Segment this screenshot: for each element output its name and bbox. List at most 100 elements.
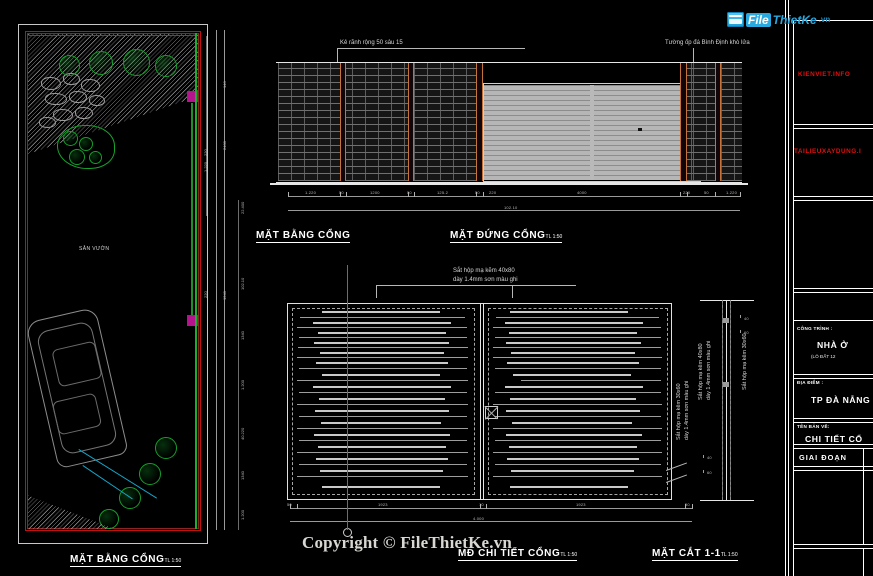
gate-slat [505, 386, 643, 388]
title-block-divider [793, 548, 873, 549]
note-steel-40x80-v1: Sắt hộp mạ kẽm 40x80 [698, 343, 704, 400]
gate-slat [298, 347, 468, 348]
dim-value: 40 [744, 316, 749, 321]
leader-line [512, 285, 513, 298]
brick-wall-segment [414, 63, 476, 181]
gate-slat [493, 347, 661, 348]
sheet-value: CHI TIẾT CỔ [805, 434, 863, 444]
dim-value: 1923 [576, 502, 586, 507]
gate-slat [521, 380, 661, 381]
fence-line [191, 103, 193, 315]
title-block-divider [863, 448, 864, 544]
dim-value: 1240 [222, 291, 227, 300]
green-edge-top [29, 35, 197, 36]
dim-line [238, 200, 239, 530]
title-block-divider [793, 292, 873, 293]
watermark-tailieu: TAILIEUXAYDUNG.I [794, 148, 862, 155]
gate-slat [322, 486, 440, 488]
gate-slat [493, 327, 661, 328]
title-block: KIENVIET.INFO TAILIEUXAYDUNG.I CÔNG TRÌN… [781, 0, 873, 576]
gate-detail-center-post [480, 303, 481, 500]
shrub-symbol [79, 137, 93, 151]
section-member [723, 382, 729, 387]
stone-shape [89, 95, 105, 106]
dim-tick [297, 504, 298, 509]
dim-line-total [288, 210, 740, 211]
dim-value: 50 [475, 190, 480, 195]
gate-slat [299, 440, 467, 441]
note-groove: Kẻ rãnh rộng 50 sâu 15 [340, 40, 403, 46]
gate-slat [510, 486, 628, 488]
shrub-symbol [69, 149, 85, 165]
section-cut-line [347, 265, 348, 530]
stone-shape [69, 91, 87, 103]
gate-slat [507, 458, 639, 460]
gate-slat [316, 458, 448, 460]
gate-slat [297, 452, 468, 453]
dim-tick [703, 455, 704, 458]
logo-thietke-text: ThietKe [772, 12, 817, 27]
note-steel-40x80-v2: dày 1.4mm sơn màu ghi [706, 340, 712, 400]
gate-slat [493, 404, 662, 405]
gate-slat [506, 434, 642, 436]
gate-pilaster-right [680, 63, 687, 181]
gate-slat [495, 464, 661, 465]
gate-slat [510, 398, 636, 400]
title-elevation-gate-scale: TL 1:50 [545, 234, 563, 240]
dim-value: 22.400 [240, 201, 245, 214]
gate-pilaster-left [476, 63, 483, 181]
gate-slat [297, 404, 468, 405]
gate-slat [318, 446, 446, 448]
gate-detail-center-post [483, 303, 484, 500]
title-block-divider [793, 422, 873, 423]
dim-value: 1200 [370, 190, 380, 195]
section-top-line [700, 300, 754, 301]
section-base-line [700, 500, 754, 501]
gate-slat [318, 332, 446, 334]
dim-value: 10 [479, 502, 484, 507]
dim-value: 1.220 [203, 161, 208, 172]
section-dashed-line [722, 300, 723, 500]
title-block-border [793, 20, 794, 576]
dim-value: 1.200 [240, 379, 245, 390]
dim-tick [346, 192, 347, 197]
leader-line [376, 285, 576, 286]
gate-slat [314, 342, 449, 344]
sheet-label: TÊN BẢN VẼ: [797, 424, 830, 429]
watermark-kienviet: KIENVIET.INFO [798, 71, 851, 78]
logo-vn-text: .vn [818, 15, 831, 24]
leader-line [337, 48, 338, 62]
brick-wall-segment [687, 63, 715, 181]
dim-value: 1.220 [726, 190, 738, 195]
gate-slat [299, 337, 467, 338]
gate-frame-outline [483, 83, 701, 182]
title-plan-gate-bottom-text: MẶT BẰNG CỔNG [70, 554, 165, 565]
gate-slat [495, 416, 661, 417]
dim-value: 125.2 [437, 190, 449, 195]
dim-line-outer [224, 30, 225, 530]
dim-value: 50 [704, 190, 709, 195]
dim-line-chain [290, 508, 692, 509]
gate-slat [493, 476, 662, 477]
title-block-divider [793, 200, 873, 201]
project-sub: (LÔ ĐẤT 12 [811, 354, 836, 359]
project-label: CÔNG TRÌNH : [797, 326, 833, 331]
stone-shape [45, 93, 67, 105]
gate-slat [299, 464, 467, 465]
title-block-divider [793, 544, 873, 545]
shrub-symbol [155, 437, 177, 459]
stone-shape [41, 77, 61, 90]
cad-drawing-canvas: SÂN VƯỜN MẶT BẰNG CỔNGTL 1:50 140 2400 1… [0, 0, 873, 576]
boundary-green-line [195, 33, 197, 529]
dim-value: 2400 [222, 141, 227, 150]
dim-value: 140 [222, 81, 227, 88]
dim-tick [680, 192, 681, 197]
title-elevation-gate: MẶT ĐỨNG CỔNGTL 1:50 [450, 230, 563, 243]
gate-slat [495, 440, 661, 441]
dim-value: 102.10 [240, 277, 245, 290]
gate-slat [313, 322, 451, 324]
note-section-steel: Sắt hộp mạ kẽm 30x60 [742, 333, 748, 390]
stone-shape [75, 107, 93, 119]
filethietke-logo[interactable]: File ThietKe .vn [727, 12, 830, 27]
dim-total-value: 4.000 [473, 516, 485, 521]
